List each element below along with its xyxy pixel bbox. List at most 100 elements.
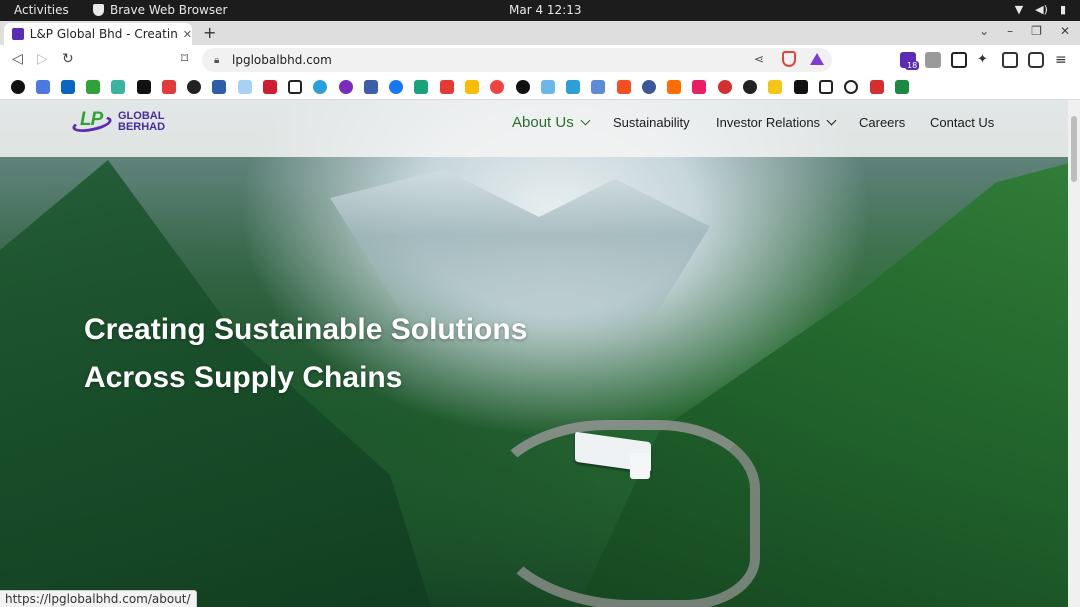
bookmark-chart-icon[interactable] — [667, 80, 681, 94]
tab-strip: L&P Global Bhd - Creating ✕ + ⌄ – ❐ ✕ — [0, 21, 1080, 45]
bookmark-light-icon[interactable] — [238, 80, 252, 94]
nav-investor-relations[interactable]: Investor Relations — [716, 115, 837, 130]
browser-tab[interactable]: L&P Global Bhd - Creating ✕ — [4, 23, 192, 45]
brave-shields-icon[interactable] — [782, 51, 796, 67]
hero-line2: Across Supply Chains — [84, 361, 403, 394]
app-menu[interactable]: Brave Web Browser — [93, 3, 227, 17]
bookmark-notion2-icon[interactable] — [288, 80, 302, 94]
url-text[interactable]: lpglobalbhd.com — [232, 53, 332, 67]
brave-rewards-icon[interactable] — [810, 53, 824, 65]
bookmark-c-icon[interactable] — [566, 80, 580, 94]
site-favicon-icon — [12, 28, 24, 40]
bookmark-blue-icon[interactable] — [212, 80, 226, 94]
bookmark-g-icon[interactable] — [794, 80, 808, 94]
hero-line1: Creating Sustainable Solutions — [84, 313, 528, 346]
address-bar[interactable]: 🔒︎ lpglobalbhd.com ⋖ — [202, 48, 832, 72]
nav-investor-relations-label: Investor Relations — [716, 115, 821, 130]
page-scrollbar[interactable] — [1068, 100, 1080, 607]
close-window-icon[interactable]: ✕ — [1060, 24, 1070, 38]
site-header: LP GLOBAL BERHAD About Us Sustainability… — [0, 100, 1068, 157]
forward-icon[interactable]: ▷ — [37, 51, 48, 67]
toolbar: ◁ ▷ ↻ ⌑ 🔒︎ lpglobalbhd.com ⋖ ✦ ≡ — [0, 45, 1080, 75]
bookmark-translate-icon[interactable] — [36, 80, 50, 94]
nav-sustainability[interactable]: Sustainability — [613, 115, 690, 130]
nav-sustainability-label: Sustainability — [613, 115, 690, 130]
maximize-icon[interactable]: ❐ — [1031, 24, 1042, 38]
notion-extension-icon[interactable] — [951, 52, 967, 68]
bookmark-cup-icon[interactable] — [591, 80, 605, 94]
bookmark-slack-icon[interactable] — [692, 80, 706, 94]
bookmark-drive-icon[interactable] — [465, 80, 479, 94]
tab-title: L&P Global Bhd - Creating — [29, 27, 177, 41]
bookmark-microsoft-icon[interactable] — [617, 80, 631, 94]
new-tab-button[interactable]: + — [203, 23, 216, 42]
bookmark-news-icon[interactable] — [870, 80, 884, 94]
lock-icon[interactable]: 🔒︎ — [214, 55, 224, 66]
reload-icon[interactable]: ↻ — [62, 51, 74, 67]
battery-icon[interactable]: ▮ — [1060, 3, 1066, 16]
bookmark-icon[interactable]: ⌑ — [181, 51, 188, 67]
bookmark-linkedin-icon[interactable] — [61, 80, 75, 94]
close-tab-icon[interactable]: ✕ — [183, 28, 192, 41]
hero-truck-cab — [630, 453, 650, 479]
bookmark-ai-icon[interactable] — [137, 80, 151, 94]
back-icon[interactable]: ◁ — [12, 51, 23, 67]
window-controls: ⌄ – ❐ ✕ — [979, 24, 1070, 38]
brave-lion-icon — [93, 4, 104, 16]
bookmark-red-icon[interactable] — [162, 80, 176, 94]
extension-v-icon[interactable] — [925, 52, 941, 68]
bookmark-compass-icon[interactable] — [844, 80, 858, 94]
app-name: Brave Web Browser — [110, 3, 228, 17]
bookmark-telegram-icon[interactable] — [313, 80, 327, 94]
volume-icon[interactable]: ◀) — [1035, 3, 1048, 16]
activities-button[interactable]: Activities — [14, 3, 69, 17]
wifi-icon[interactable]: ▼ — [1015, 3, 1023, 16]
bookmark-du-icon[interactable] — [263, 80, 277, 94]
bookmark-notion3-icon[interactable] — [516, 80, 530, 94]
nav-careers-label: Careers — [859, 115, 906, 130]
scrollbar-thumb[interactable] — [1071, 116, 1077, 182]
logo-wordmark: GLOBAL BERHAD — [118, 111, 165, 133]
logo-mark: LP — [70, 109, 114, 136]
system-top-bar: Activities Brave Web Browser Mar 4 12:13… — [0, 0, 1080, 21]
puzzle-extensions-icon[interactable]: ✦ — [977, 52, 993, 68]
bookmark-moon-icon[interactable] — [768, 80, 782, 94]
bookmark-green-icon[interactable] — [895, 80, 909, 94]
system-tray[interactable]: ▼ ◀) ▮ — [1015, 3, 1066, 16]
bookmarks-bar — [0, 75, 1080, 100]
bookmark-notion-icon[interactable] — [11, 80, 25, 94]
bookmark-chatgpt-icon[interactable] — [414, 80, 428, 94]
tab-search-chevron-icon[interactable]: ⌄ — [979, 24, 989, 38]
hero-heading: Creating Sustainable Solutions Across Su… — [84, 306, 527, 402]
chevron-down-icon — [580, 115, 591, 126]
site-logo[interactable]: LP GLOBAL BERHAD — [70, 109, 165, 136]
share-icon[interactable]: ⋖ — [754, 52, 764, 66]
bookmark-notion4-icon[interactable] — [819, 80, 833, 94]
bookmark-y-icon[interactable] — [111, 80, 125, 94]
bookmark-purple-icon[interactable] — [339, 80, 353, 94]
nav-about-us[interactable]: About Us — [512, 114, 591, 131]
bookmark-github-icon[interactable] — [187, 80, 201, 94]
bookmark-box-icon[interactable] — [541, 80, 555, 94]
bookmark-star-icon[interactable] — [490, 80, 504, 94]
bookmark-red2-icon[interactable] — [440, 80, 454, 94]
wallet-icon[interactable] — [1028, 52, 1044, 68]
chevron-down-icon — [826, 115, 837, 126]
logo-line2: BERHAD — [118, 121, 166, 133]
minimize-icon[interactable]: – — [1007, 24, 1013, 38]
bookmark-at-icon[interactable] — [642, 80, 656, 94]
page-viewport: LP GLOBAL BERHAD About Us Sustainability… — [0, 100, 1068, 607]
menu-icon[interactable]: ≡ — [1055, 52, 1071, 68]
extension-badge: 18 — [905, 61, 920, 70]
nav-contact-us[interactable]: Contact Us — [930, 115, 994, 130]
clock[interactable]: Mar 4 12:13 — [509, 3, 582, 17]
nav-about-us-label: About Us — [512, 114, 574, 131]
bookmark-opera-icon[interactable] — [718, 80, 732, 94]
bookmark-facebook-icon[interactable] — [389, 80, 403, 94]
logo-lp: LP — [80, 109, 103, 130]
bookmark-w-icon[interactable] — [86, 80, 100, 94]
bookmark-github2-icon[interactable] — [743, 80, 757, 94]
nav-careers[interactable]: Careers — [859, 115, 905, 130]
sidebar-toggle-icon[interactable] — [1002, 52, 1018, 68]
bookmark-api-icon[interactable] — [364, 80, 378, 94]
